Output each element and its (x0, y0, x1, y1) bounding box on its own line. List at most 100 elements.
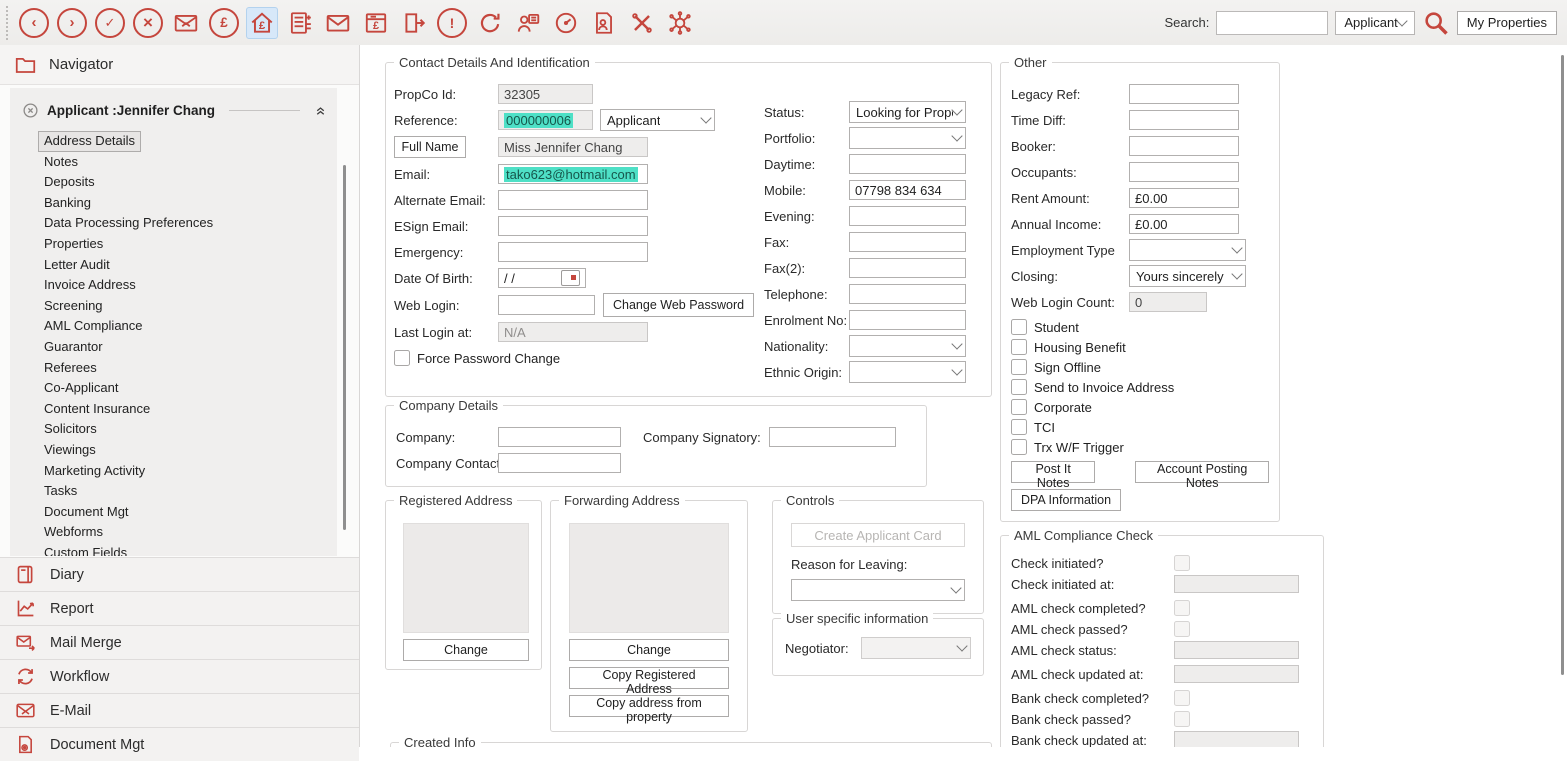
sidebar-nav-item[interactable]: AML Compliance (38, 316, 149, 337)
forward-icon[interactable]: › (56, 7, 88, 39)
checkbox[interactable] (1011, 359, 1027, 375)
create-applicant-card-button[interactable]: Create Applicant Card (791, 523, 965, 547)
remove-context-icon[interactable] (22, 102, 39, 119)
registered-address-change-button[interactable]: Change (403, 639, 529, 661)
dob-field[interactable]: / / (498, 268, 586, 288)
checkbox[interactable] (1011, 419, 1027, 435)
fax2-field[interactable] (849, 258, 966, 278)
sidebar-nav-item[interactable]: Viewings (38, 440, 102, 461)
search-icon[interactable] (1422, 9, 1450, 37)
contact-type-select[interactable]: Applicant (600, 109, 715, 131)
bank-check-completed-checkbox[interactable] (1174, 690, 1190, 706)
full-name-button[interactable]: Full Name (394, 136, 466, 158)
status-select[interactable]: Looking for Proper (849, 101, 966, 123)
sidebar-nav-item[interactable]: Notes (38, 152, 84, 173)
company-field[interactable] (498, 427, 621, 447)
change-web-password-button[interactable]: Change Web Password (603, 293, 754, 317)
occupants-field[interactable] (1129, 162, 1239, 182)
company-contact-field[interactable] (498, 453, 621, 473)
my-properties-button[interactable]: My Properties (1457, 11, 1557, 35)
portfolio-select[interactable] (849, 127, 966, 149)
sidebar-nav-item[interactable]: Screening (38, 296, 109, 317)
alert-icon[interactable]: ! (436, 7, 468, 39)
email-field[interactable]: tako623@hotmail.com (498, 164, 648, 184)
calendar-icon[interactable] (561, 270, 580, 286)
employment-type-select[interactable] (1129, 239, 1246, 261)
sidebar-nav-item[interactable]: Co-Applicant (38, 378, 124, 399)
closing-select[interactable]: Yours sincerely (1129, 265, 1246, 287)
web-login-field[interactable] (498, 295, 595, 315)
sidebar-nav-item[interactable]: Invoice Address (38, 275, 142, 296)
sidebar-section-document-mgt[interactable]: Document Mgt (0, 727, 359, 761)
bank-check-passed-checkbox[interactable] (1174, 711, 1190, 727)
toolbar-grip[interactable] (4, 6, 9, 40)
sidebar-nav-item[interactable]: Letter Audit (38, 255, 116, 276)
sidebar-nav-item[interactable]: Guarantor (38, 337, 109, 358)
enrolment-field[interactable] (849, 310, 966, 330)
integration-icon[interactable] (664, 7, 696, 39)
dpa-information-button[interactable]: DPA Information (1011, 489, 1121, 511)
mail-icon[interactable] (322, 7, 354, 39)
sidebar-nav-item[interactable]: Referees (38, 358, 103, 379)
sidebar-nav-item[interactable]: Document Mgt (38, 502, 135, 523)
sidebar-nav-item[interactable]: Banking (38, 193, 97, 214)
telephone-field[interactable] (849, 284, 966, 304)
company-signatory-field[interactable] (769, 427, 896, 447)
fax-field[interactable] (849, 232, 966, 252)
sidebar-nav-item[interactable]: Marketing Activity (38, 461, 151, 482)
collapse-icon[interactable] (314, 104, 327, 117)
post-it-notes-button[interactable]: Post It Notes (1011, 461, 1095, 483)
booker-field[interactable] (1129, 136, 1239, 156)
checkbox[interactable] (1011, 439, 1027, 455)
checkbox[interactable] (1011, 399, 1027, 415)
sidebar-nav-item[interactable]: Tasks (38, 481, 83, 502)
confirm-icon[interactable]: ✓ (94, 7, 126, 39)
sidebar-scrollbar[interactable] (343, 165, 346, 530)
account-posting-notes-button[interactable]: Account Posting Notes (1135, 461, 1269, 483)
legacy-ref-field[interactable] (1129, 84, 1239, 104)
sidebar-section-email[interactable]: E-Mail (0, 693, 359, 727)
force-password-change-checkbox[interactable] (394, 350, 410, 366)
ethnic-origin-select[interactable] (849, 361, 966, 383)
back-icon[interactable]: ‹ (18, 7, 50, 39)
checkbox[interactable] (1011, 379, 1027, 395)
esign-email-field[interactable] (498, 216, 648, 236)
refresh-icon[interactable] (474, 7, 506, 39)
check-initiated-checkbox[interactable] (1174, 555, 1190, 571)
sidebar-nav-item[interactable]: Webforms (38, 522, 109, 543)
main-scrollbar[interactable] (1561, 55, 1564, 675)
property-currency-icon[interactable]: £ (246, 7, 278, 39)
sidebar-nav-item[interactable]: Deposits (38, 172, 101, 193)
nationality-select[interactable] (849, 335, 966, 357)
daytime-field[interactable] (849, 154, 966, 174)
dashboard-icon[interactable] (550, 7, 582, 39)
annual-income-field[interactable]: £0.00 (1129, 214, 1239, 234)
evening-field[interactable] (849, 206, 966, 226)
sidebar-nav-item[interactable]: Custom Fields (38, 543, 133, 556)
sidebar-section-report[interactable]: Report (0, 591, 359, 625)
checkbox[interactable] (1011, 339, 1027, 355)
copy-registered-address-button[interactable]: Copy Registered Address (569, 667, 729, 689)
checkbox[interactable] (1011, 319, 1027, 335)
reason-for-leaving-select[interactable] (791, 579, 965, 601)
currency-icon[interactable]: £ (208, 7, 240, 39)
copy-address-from-property-button[interactable]: Copy address from property (569, 695, 729, 717)
accounts-window-icon[interactable]: £ (360, 7, 392, 39)
sidebar-nav-item[interactable]: Data Processing Preferences (38, 213, 219, 234)
aml-check-completed-checkbox[interactable] (1174, 600, 1190, 616)
alternate-email-field[interactable] (498, 190, 648, 210)
sidebar-nav-item[interactable]: Properties (38, 234, 109, 255)
sidebar-nav-item[interactable]: Content Insurance (38, 399, 156, 420)
mobile-field[interactable]: 07798 834 634 (849, 180, 966, 200)
search-input[interactable] (1216, 11, 1328, 35)
cancel-icon[interactable]: × (132, 7, 164, 39)
sidebar-section-workflow[interactable]: Workflow (0, 659, 359, 693)
sidebar-nav-item[interactable]: Solicitors (38, 419, 103, 440)
tools-icon[interactable] (626, 7, 658, 39)
aml-check-passed-checkbox[interactable] (1174, 621, 1190, 637)
email-property-icon[interactable] (170, 7, 202, 39)
rent-amount-field[interactable]: £0.00 (1129, 188, 1239, 208)
sidebar-nav-item[interactable]: Address Details (38, 131, 141, 152)
applicant-report-icon[interactable] (588, 7, 620, 39)
emergency-field[interactable] (498, 242, 648, 262)
